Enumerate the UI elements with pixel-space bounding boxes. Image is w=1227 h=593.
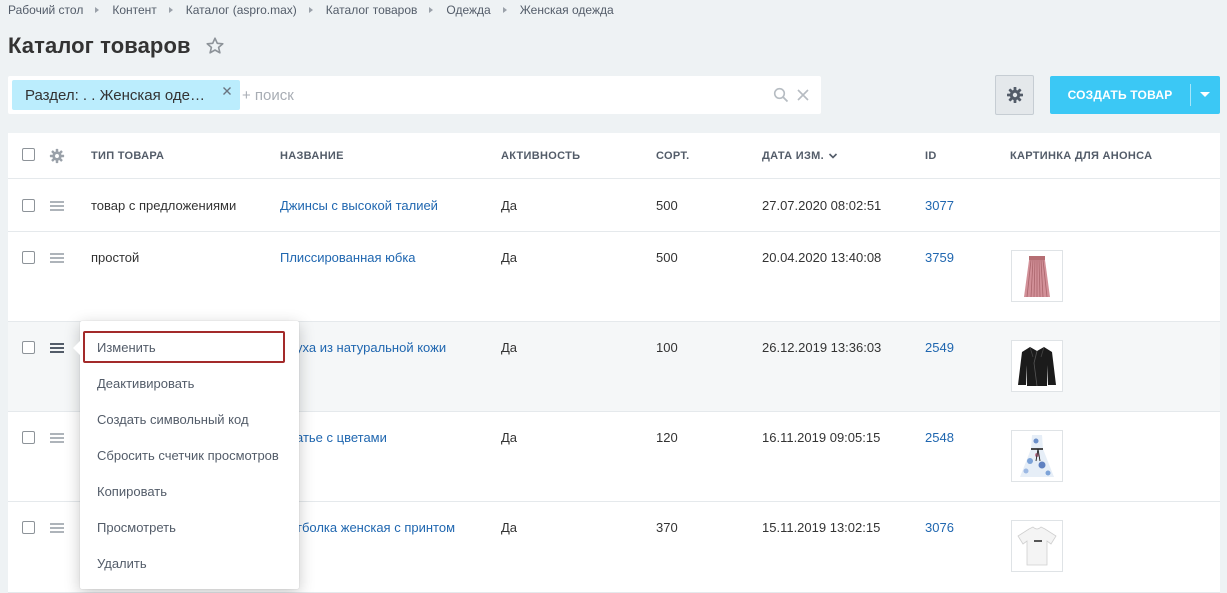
row-checkbox[interactable] — [22, 341, 35, 354]
chevron-down-icon[interactable] — [1200, 92, 1210, 97]
column-header-date-label: ДАТА ИЗМ. — [762, 150, 824, 162]
breadcrumb-separator — [429, 7, 434, 13]
menu-item-reset-view-counter[interactable]: Сбросить счетчик просмотров — [83, 439, 285, 471]
cell-sort: 100 — [656, 340, 678, 355]
list-settings-button[interactable] — [995, 75, 1034, 115]
clear-search-icon[interactable] — [796, 88, 810, 102]
row-checkbox[interactable] — [22, 251, 35, 264]
row-actions-menu-icon[interactable] — [50, 433, 64, 443]
white-tshirt-thumbnail[interactable] — [1011, 520, 1063, 572]
cell-id-link[interactable]: 2549 — [925, 340, 954, 355]
cell-sort: 500 — [656, 198, 678, 213]
column-header-type[interactable]: ТИП ТОВАРА — [91, 150, 164, 162]
row-actions-context-menu: Изменить Деактивировать Создать символьн… — [73, 321, 299, 589]
cell-type: простой — [91, 250, 140, 265]
filter-search-bar[interactable]: Раздел: . . Женская оде… — [8, 76, 821, 114]
page-title: Каталог товаров — [8, 33, 191, 58]
row-checkbox[interactable] — [22, 431, 35, 444]
cell-date: 16.11.2019 09:05:15 — [762, 430, 881, 445]
menu-item-delete[interactable]: Удалить — [83, 547, 285, 579]
breadcrumb-separator — [168, 7, 173, 13]
column-header-name[interactable]: НАЗВАНИЕ — [280, 150, 344, 162]
column-header-id[interactable]: ID — [925, 150, 937, 162]
search-icon[interactable] — [773, 87, 789, 103]
cell-type: товар с предложениями — [91, 198, 237, 213]
cell-date: 26.12.2019 13:36:03 — [762, 340, 882, 355]
breadcrumb-product-catalog[interactable]: Каталог товаров — [326, 3, 418, 17]
filter-chip-remove-icon[interactable] — [220, 84, 234, 98]
sort-descending-icon — [828, 153, 838, 159]
cell-name-link[interactable]: Плиссированная юбка — [280, 250, 416, 265]
cell-active: Да — [501, 198, 518, 213]
row-actions-menu-icon[interactable] — [50, 523, 64, 533]
table-row[interactable]: простой Плиссированная юбка Да 500 20.04… — [8, 232, 1220, 322]
menu-pointer-arrow — [73, 341, 80, 355]
cell-id-link[interactable]: 3759 — [925, 250, 954, 265]
row-actions-menu-icon[interactable] — [50, 343, 64, 353]
column-header-date[interactable]: ДАТА ИЗМ. — [762, 150, 838, 162]
column-header-sort[interactable]: СОРТ. — [656, 150, 689, 162]
cell-sort: 370 — [656, 520, 678, 535]
column-header-active[interactable]: АКТИВНОСТЬ — [501, 150, 580, 162]
breadcrumb: Рабочий стол Контент Каталог (aspro.max)… — [8, 3, 614, 17]
cell-active: Да — [501, 340, 518, 355]
create-product-button[interactable]: СОЗДАТЬ ТОВАР — [1050, 76, 1220, 114]
cell-id-link[interactable]: 2548 — [925, 430, 954, 445]
cell-id-link[interactable]: 3076 — [925, 520, 954, 535]
filter-chip-label: Раздел: . . Женская оде… — [25, 86, 206, 104]
column-header-picture[interactable]: КАРТИНКА ДЛЯ АНОНСА — [1010, 150, 1152, 162]
cell-active: Да — [501, 250, 518, 265]
row-checkbox[interactable] — [22, 199, 35, 212]
column-settings-gear-icon[interactable] — [49, 148, 65, 164]
cell-active: Да — [501, 520, 518, 535]
cell-id-link[interactable]: 3077 — [925, 198, 954, 213]
cell-name-link[interactable]: атье с цветами — [296, 430, 387, 445]
row-checkbox[interactable] — [22, 521, 35, 534]
cell-active: Да — [501, 430, 518, 445]
pleated-skirt-thumbnail[interactable] — [1011, 250, 1063, 302]
cell-sort: 500 — [656, 250, 678, 265]
select-all-checkbox[interactable] — [22, 148, 35, 161]
grid-header: ТИП ТОВАРА НАЗВАНИЕ АКТИВНОСТЬ СОРТ. ДАТ… — [8, 133, 1220, 179]
row-actions-menu-icon[interactable] — [50, 201, 64, 211]
row-actions-menu-icon[interactable] — [50, 253, 64, 263]
search-input[interactable] — [242, 80, 742, 110]
cell-date: 15.11.2019 13:02:15 — [762, 520, 881, 535]
breadcrumb-separator — [95, 7, 100, 13]
cell-date: 27.07.2020 08:02:51 — [762, 198, 882, 213]
cell-name-link[interactable]: Джинсы с высокой талией — [280, 198, 438, 213]
menu-item-view[interactable]: Просмотреть — [83, 511, 285, 543]
breadcrumb-desktop[interactable]: Рабочий стол — [8, 3, 83, 17]
table-row[interactable]: товар с предложениями Джинсы с высокой т… — [8, 180, 1220, 232]
breadcrumb-catalog-aspro[interactable]: Каталог (aspro.max) — [186, 3, 297, 17]
filter-chip-section[interactable]: Раздел: . . Женская оде… — [12, 80, 240, 110]
cell-name-link[interactable]: уха из натуральной кожи — [296, 340, 446, 355]
breadcrumb-womens-clothing[interactable]: Женская одежда — [520, 3, 614, 17]
breadcrumb-separator — [308, 7, 313, 13]
menu-item-edit[interactable]: Изменить — [83, 331, 285, 363]
cell-sort: 120 — [656, 430, 678, 445]
breadcrumb-separator — [502, 7, 507, 13]
menu-item-copy[interactable]: Копировать — [83, 475, 285, 507]
gear-icon — [1006, 87, 1023, 103]
menu-item-deactivate[interactable]: Деактивировать — [83, 367, 285, 399]
floral-dress-thumbnail[interactable] — [1011, 430, 1063, 482]
menu-item-create-symbolic-code[interactable]: Создать символьный код — [83, 403, 285, 435]
cell-name-link[interactable]: тболка женская с принтом — [296, 520, 455, 535]
breadcrumb-content[interactable]: Контент — [112, 3, 156, 17]
favorite-star-icon[interactable] — [205, 36, 225, 56]
leather-jacket-thumbnail[interactable] — [1011, 340, 1063, 392]
button-divider — [1190, 84, 1191, 106]
create-product-label: СОЗДАТЬ ТОВАР — [1067, 88, 1173, 102]
breadcrumb-clothing[interactable]: Одежда — [446, 3, 490, 17]
cell-date: 20.04.2020 13:40:08 — [762, 250, 882, 265]
